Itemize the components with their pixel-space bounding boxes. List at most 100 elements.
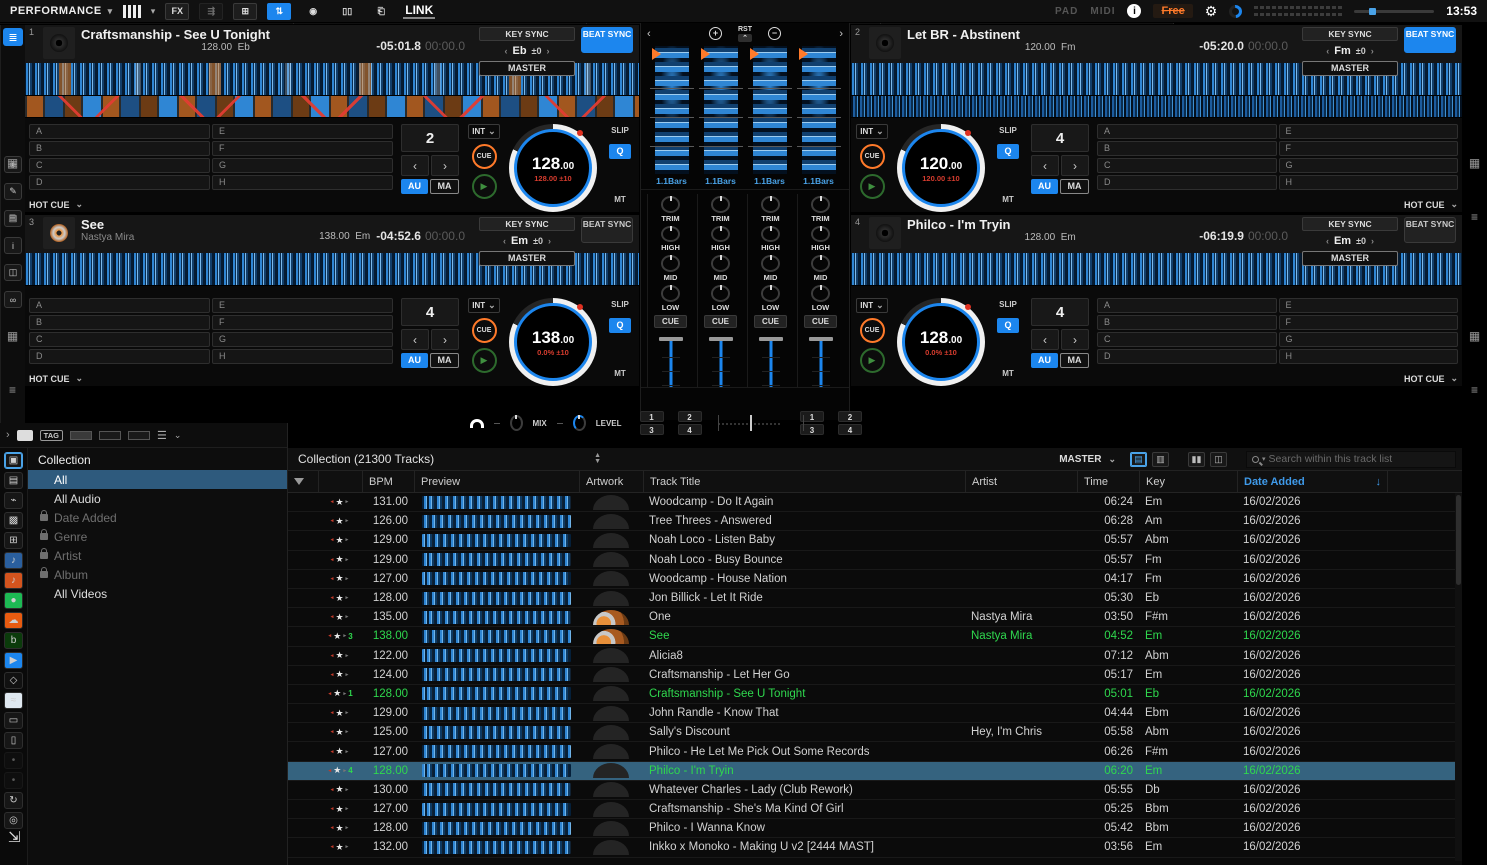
title-column-header[interactable]: Track Title [643,471,965,492]
list-view-icon[interactable]: ≡ [1471,210,1478,224]
sampler-panel-button[interactable]: ⇶ [199,3,223,20]
source-icon[interactable]: b [4,632,23,649]
headphone-mix-knob[interactable] [510,415,523,431]
deck1-hot-cue-strip[interactable] [25,96,639,118]
beat-preview-strip[interactable]: 1.1Bars [650,46,694,189]
hot-cue-pad[interactable]: E [212,124,393,139]
cue-button[interactable]: CUE [860,144,885,169]
slip-button[interactable]: SLIP [611,126,629,135]
artwork-column-header[interactable]: Artwork [579,471,643,492]
jog-wheel[interactable]: 128.00 128.00 ±10 [509,124,597,212]
preview-cell[interactable] [414,764,579,777]
preview-cell[interactable] [414,592,579,605]
key-selector[interactable]: ‹ Em ±0 › [479,234,575,248]
beat-sync-button[interactable]: BEAT SYNC [581,217,633,243]
source-icon[interactable]: • [4,752,23,769]
plan-badge[interactable]: Free [1153,4,1192,18]
source-icon[interactable]: ▣ [4,452,23,469]
play-button[interactable]: ▶ [860,348,885,373]
hot-cue-pad[interactable]: F [212,315,393,330]
source-icon[interactable]: ◎ [4,812,23,829]
hot-cue-pad[interactable]: B [1097,315,1277,330]
hot-cue-mode-select[interactable]: HOT CUE⌄ [1097,199,1458,210]
cue-assign-button[interactable]: 2 [678,411,702,422]
master-tempo-button[interactable]: MT [614,369,626,378]
mid-eq-knob[interactable] [711,255,730,272]
rating-cell[interactable]: ◄★► [318,823,362,834]
master-tempo-button[interactable]: MT [1002,369,1014,378]
table-row[interactable]: ◄★► 127.00 Philco - He Let Me Pick Out S… [288,742,1462,761]
table-row[interactable]: ◄★► 135.00 One Nastya Mira 03:50 F#m 16/… [288,608,1462,627]
master-tempo-button[interactable]: MT [1002,195,1014,204]
beat-jump-forward-button[interactable]: › [431,155,459,176]
record-button[interactable]: ◉ [301,3,325,20]
table-row[interactable]: ◄★► 129.00 John Randle - Know That 04:44… [288,704,1462,723]
tree-item[interactable]: All [28,470,287,489]
pad-view-icon[interactable]: ▦ [7,329,18,343]
hot-cue-pad[interactable]: F [1279,315,1459,330]
hot-cue-pad[interactable]: C [29,158,210,173]
key-selector[interactable]: ‹ Eb ±0 › [479,44,575,58]
rating-cell[interactable]: ◄★► [318,516,362,527]
tree-item[interactable]: Album [28,565,287,584]
rating-cell[interactable]: ◄★► [318,497,362,508]
table-row[interactable]: ◄★► 3 138.00 See Nastya Mira 04:52 Em 16… [288,627,1462,646]
list-view-icon[interactable]: ≡ [1471,383,1478,397]
high-eq-knob[interactable] [811,226,830,243]
trim-knob[interactable] [811,196,830,213]
reset-zoom-button[interactable]: RST⌃ [738,26,752,42]
master-deck-select[interactable]: MASTER⌄ [1059,454,1116,465]
channel-fader[interactable] [656,335,686,387]
rating-column-header[interactable] [318,471,362,492]
hot-cue-pad[interactable]: C [1097,332,1277,347]
slip-button[interactable]: SLIP [999,126,1017,135]
split-view-icon[interactable]: ◫ [4,264,22,281]
rating-cell[interactable]: ◄★► 4 [318,765,362,776]
export-button[interactable]: ⎗ [369,3,393,20]
beat-jump-back-button[interactable]: ‹ [1031,329,1059,350]
master-tempo-button[interactable]: MT [614,195,626,204]
rating-cell[interactable]: ◄★► [318,612,362,623]
rating-cell[interactable]: ◄★► [318,535,362,546]
hot-cue-pad[interactable]: H [212,349,393,364]
view-2-column-icon[interactable]: ◫ [1210,452,1227,467]
hot-cue-pad[interactable]: C [1097,158,1277,173]
view-simple-list-icon[interactable]: ▥ [1152,452,1169,467]
hot-cue-pad[interactable]: E [212,298,393,313]
monitor-icon[interactable] [17,430,33,441]
link-button[interactable]: LINK [403,3,435,19]
table-row[interactable]: ◄★► 129.00 Noah Loco - Listen Baby 05:57… [288,531,1462,550]
zoom-in-icon[interactable]: + [709,27,722,40]
hot-cue-pad[interactable]: C [29,332,210,347]
jog-wheel[interactable]: 128.00 0.0% ±10 [897,298,985,386]
low-eq-knob[interactable] [661,285,680,302]
gear-icon[interactable]: ⚙ [1205,3,1218,20]
source-icon[interactable]: ↻ [4,792,23,809]
mid-eq-knob[interactable] [761,255,780,272]
cue-assign-button[interactable]: 2 [838,411,862,422]
tree-item[interactable]: Artist [28,546,287,565]
cue-assign-button[interactable]: 3 [800,424,824,435]
channel-fader[interactable] [706,335,736,387]
source-icon[interactable]: ▩ [4,512,23,529]
bpm-column-header[interactable]: BPM [362,471,414,492]
cue-assign-button[interactable]: 1 [800,411,824,422]
preview-cell[interactable] [414,496,579,509]
trim-knob[interactable] [761,196,780,213]
hot-cue-pad[interactable]: D [1097,175,1277,190]
high-eq-knob[interactable] [761,226,780,243]
beat-preview-strip[interactable]: 1.1Bars [748,46,792,189]
channel-fader[interactable] [756,335,786,387]
nav-right-icon[interactable]: › [839,28,843,40]
int-mode-select[interactable]: INT⌄ [856,298,887,313]
source-icon[interactable]: ● [4,592,23,609]
preview-column-header[interactable]: Preview [414,471,579,492]
table-row[interactable]: ◄★► 128.00 Jon Billick - Let It Ride 05:… [288,589,1462,608]
browser-toggle-icon[interactable]: ≣ [3,28,23,46]
beat-sync-button[interactable]: BEAT SYNC [1404,217,1456,243]
play-button[interactable]: ▶ [472,348,497,373]
list-view-icon[interactable]: ≡ [9,210,16,224]
quantize-button[interactable]: Q [609,144,631,159]
mid-eq-knob[interactable] [811,255,830,272]
rating-cell[interactable]: ◄★► [318,784,362,795]
